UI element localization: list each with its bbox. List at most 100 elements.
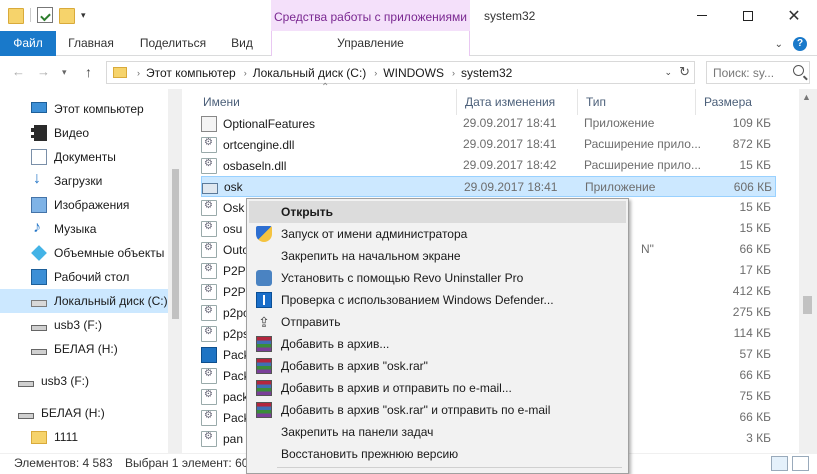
menu-item-pin-taskbar[interactable]: Закрепить на панели задач [249,421,626,443]
nav-scrollbar-thumb[interactable] [172,169,179,319]
tab-manage[interactable]: Управление [271,31,470,56]
tab-file[interactable]: Файл [0,31,56,56]
breadcrumb-local-disk[interactable]: Локальный диск (C:) [253,66,367,80]
menu-item-run-as-admin[interactable]: Запуск от имени администратора [249,223,626,245]
table-row-selected[interactable]: osk 29.09.2017 18:41 Приложение 606 КБ [201,176,776,197]
table-row[interactable]: ortcengine.dll 29.09.2017 18:41 Расширен… [201,134,776,155]
menu-item-add-archive[interactable]: Добавить в архив... [249,333,626,355]
forward-arrow-icon[interactable]: → [37,64,50,79]
menu-item-open[interactable]: Открыть [249,201,626,223]
nav-item-usb3-f-root[interactable]: usb3 (F:) [0,369,168,393]
menu-item-label: Открыть [281,205,334,219]
menu-item-add-osk-rar[interactable]: Добавить в архив "osk.rar" [249,355,626,377]
file-type: Расширение прило... [584,137,701,151]
maximize-button[interactable] [725,0,771,31]
search-icon[interactable] [793,65,804,76]
nav-item-belaya-h-root[interactable]: БЕЛАЯ (H:) [0,401,168,425]
nav-item-music[interactable]: Музыка [0,217,168,241]
qat-separator [30,8,31,22]
column-header-type[interactable]: Тип [578,89,696,115]
chevron-right-icon[interactable]: › [452,68,455,78]
file-list-scrollbar-thumb[interactable] [803,296,812,314]
breadcrumb-system32[interactable]: system32 [461,66,512,80]
dll-file-icon [201,221,217,237]
menu-item-defender-scan[interactable]: Проверка с использованием Windows Defend… [249,289,626,311]
nav-item-local-disk-c[interactable]: Локальный диск (C:) [0,289,168,313]
nav-item-folder-1111[interactable]: 1111 [0,425,168,449]
file-date: 29.09.2017 18:41 [463,137,557,151]
chevron-right-icon[interactable]: › [137,68,140,78]
tab-view[interactable]: Вид [222,31,262,56]
breadcrumb-this-pc[interactable]: Этот компьютер [146,66,236,80]
menu-item-share[interactable]: ⇪ Отправить [249,311,626,333]
menu-item-label: Проверка с использованием Windows Defend… [281,293,554,307]
nav-item-documents[interactable]: Документы [0,145,168,169]
qat-dropdown-icon[interactable]: ▾ [81,10,86,21]
nav-item-this-pc[interactable]: Этот компьютер [0,97,168,121]
usb-drive-icon [18,412,34,419]
nav-item-images[interactable]: Изображения [0,193,168,217]
address-dropdown-icon[interactable]: ⌄ [664,67,672,78]
menu-item-pin-start[interactable]: Закрепить на начальном экране [249,245,626,267]
file-name: pack [223,390,249,404]
dll-file-icon [201,242,217,258]
navigation-bar: ← → ▾ ↑ › Этот компьютер › Локальный дис… [0,57,817,89]
navigation-pane: Этот компьютер Видео Документы Загрузки … [0,89,182,453]
winrar-icon [256,380,272,396]
file-type: Расширение прило... [584,158,701,172]
nav-item-video[interactable]: Видео [0,121,168,145]
dll-file-icon [201,263,217,279]
details-view-icon[interactable] [771,456,788,471]
chevron-right-icon[interactable]: › [244,68,247,78]
minimize-button[interactable] [679,0,725,31]
up-arrow-icon[interactable]: ↑ [85,64,92,80]
menu-item-label: Добавить в архив и отправить по e-mail..… [281,381,512,395]
nav-item-usb3-f[interactable]: usb3 (F:) [0,313,168,337]
nav-item-desktop[interactable]: Рабочий стол [0,265,168,289]
menu-item-restore-version[interactable]: Восстановить прежнюю версию [249,443,626,465]
help-icon[interactable]: ? [793,37,807,51]
new-folder-icon[interactable] [59,8,75,24]
table-row[interactable]: osbaseln.dll 29.09.2017 18:42 Расширение… [201,155,776,176]
breadcrumb-windows[interactable]: WINDOWS [383,66,444,80]
tab-home[interactable]: Главная [60,31,122,56]
menu-item-label: Восстановить прежнюю версию [281,447,459,461]
table-row[interactable]: OptionalFeatures 29.09.2017 18:41 Прилож… [201,113,776,134]
downloads-icon [31,170,47,189]
address-bar[interactable]: › Этот компьютер › Локальный диск (C:) ›… [106,61,695,84]
expand-ribbon-icon[interactable]: ⌄ [775,39,783,50]
menu-item-revo-install[interactable]: Установить с помощью Revo Uninstaller Pr… [249,267,626,289]
menu-item-archive-email[interactable]: Добавить в архив и отправить по e-mail..… [249,377,626,399]
nav-item-3d-objects[interactable]: Объемные объекты [0,241,168,265]
nav-item-label: Документы [54,150,116,164]
chevron-right-icon[interactable]: › [374,68,377,78]
menu-item-osk-rar-email[interactable]: Добавить в архив "osk.rar" и отправить п… [249,399,626,421]
nav-item-downloads[interactable]: Загрузки [0,169,168,193]
file-size: 66 КБ [739,242,771,256]
column-header-date[interactable]: Дата изменения [457,89,578,115]
documents-icon [31,149,47,165]
nav-item-label: Изображения [54,198,130,212]
menu-separator [277,467,622,468]
refresh-icon[interactable]: ↻ [679,64,690,80]
properties-icon[interactable] [37,7,53,23]
column-header-size[interactable]: Размера [696,89,776,115]
uac-shield-icon [256,226,272,242]
dll-file-icon [201,305,217,321]
tab-share[interactable]: Поделиться [130,31,216,56]
file-list-scrollbar[interactable] [799,89,817,453]
app-tools-header: Средства работы с приложениями [271,0,470,34]
folder-icon[interactable] [8,8,24,24]
nav-item-belaya-h[interactable]: БЕЛАЯ (H:) [0,337,168,361]
search-input[interactable]: Поиск: sy... [706,61,810,84]
context-menu: Открыть Запуск от имени администратора З… [246,198,629,474]
large-icons-view-icon[interactable] [792,456,809,471]
file-date: 29.09.2017 18:42 [463,158,557,172]
view-buttons [771,456,809,471]
column-header-name[interactable]: Имени [195,89,457,115]
recent-locations-icon[interactable]: ▾ [62,67,67,78]
scroll-up-icon[interactable]: ▲ [802,92,811,102]
back-arrow-icon[interactable]: ← [12,64,25,79]
menu-item-label: Закрепить на панели задач [281,425,434,439]
close-button[interactable]: ✕ [771,0,817,31]
